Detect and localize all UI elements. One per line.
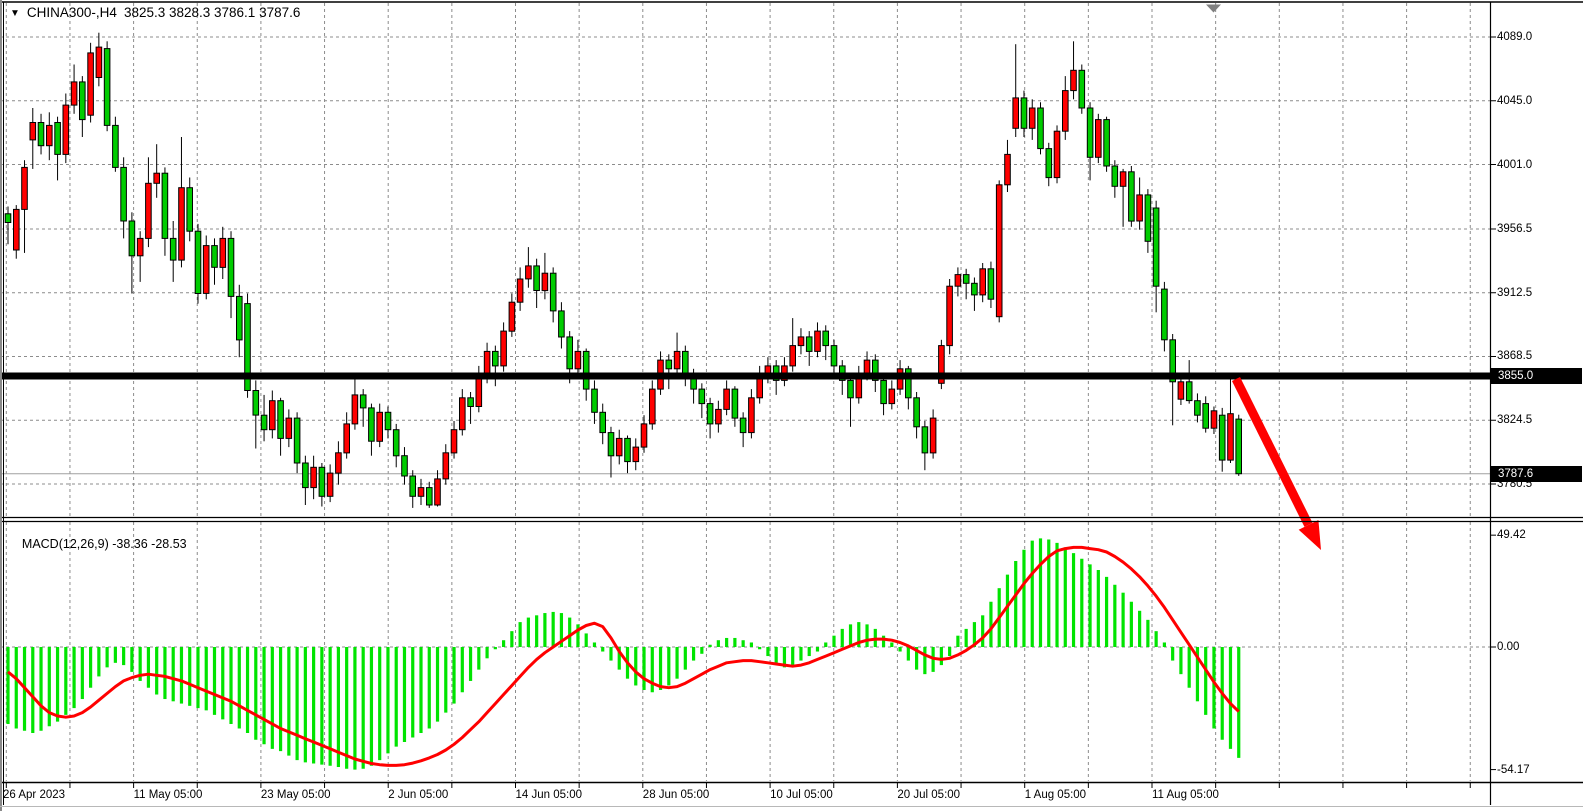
mt4-chart-window: ▼ CHINA300-,H4 3825.3 3828.3 3786.1 3787.6… [0,0,1583,811]
date-label: 28 Jun 05:00 [643,788,710,802]
date-label: 2 Jun 05:00 [388,788,448,802]
price-axis-label: 4089.0 [1497,30,1532,44]
macd-axis-label: -54.17 [1497,763,1530,777]
date-label: 20 Jul 05:00 [897,788,960,802]
macd-axis-label: 0.00 [1497,640,1519,654]
price-axis-label: 3824.5 [1497,413,1532,427]
date-label: 11 Aug 05:00 [1152,788,1219,802]
chart-canvas[interactable] [0,0,1583,811]
macd-name: MACD(12,26,9) [22,537,109,551]
price-axis-label: 3868.5 [1497,349,1532,363]
date-label: 14 Jun 05:00 [516,788,583,802]
chart-title: ▼ CHINA300-,H4 3825.3 3828.3 3786.1 3787.6 [10,5,300,20]
price-axis-label: 4001.0 [1497,158,1532,172]
ohlc-values: 3825.3 3828.3 3786.1 3787.6 [124,5,300,20]
price-axis-label: 3956.5 [1497,222,1532,236]
symbol-dropdown-icon[interactable]: ▼ [10,9,20,19]
price-badge: 3787.6 [1491,466,1582,482]
macd-values: -38.36 -28.53 [112,537,186,551]
date-label: 1 Aug 05:00 [1025,788,1086,802]
date-label: 10 Jul 05:00 [770,788,833,802]
macd-axis-label: 49.42 [1497,528,1526,542]
price-axis-label: 3912.5 [1497,286,1532,300]
date-label: 23 May 05:00 [261,788,331,802]
price-axis-label: 4045.0 [1497,94,1532,108]
symbol-period-label: CHINA300-,H4 [27,5,117,20]
trend-arrow[interactable] [1236,379,1321,550]
price-badge: 3855.0 [1491,368,1582,384]
date-label: 26 Apr 2023 [3,788,65,802]
chart-shift-marker-icon[interactable] [1206,5,1221,13]
date-label: 11 May 05:00 [134,788,203,802]
macd-indicator-label: MACD(12,26,9) -38.36 -28.53 [8,523,187,565]
